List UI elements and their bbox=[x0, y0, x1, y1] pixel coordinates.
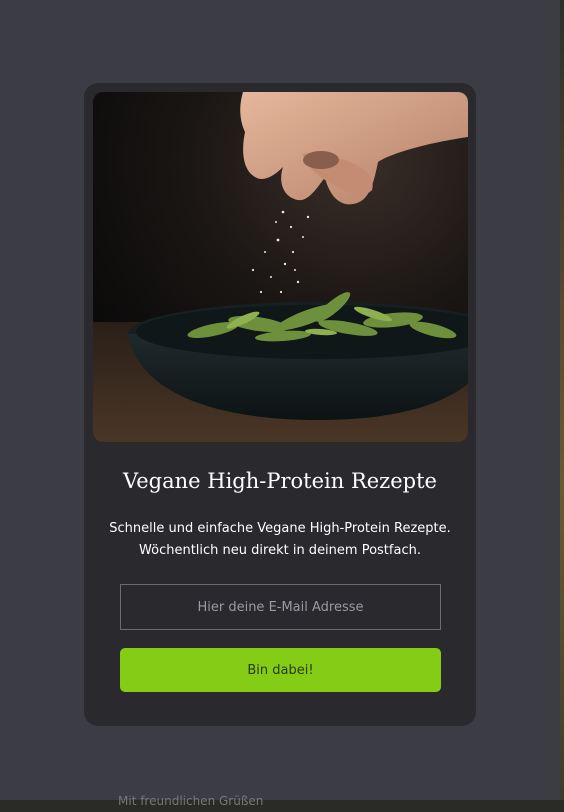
edamame-photo bbox=[93, 92, 468, 442]
email-input[interactable] bbox=[120, 584, 441, 630]
background-edge bbox=[560, 0, 564, 812]
background-text: Mit freundlichen Grüßen bbox=[118, 794, 264, 808]
subscribe-button[interactable]: Bin dabei! bbox=[120, 648, 441, 692]
description-line-2: Wöchentlich neu direkt in deinem Postfac… bbox=[139, 543, 421, 558]
newsletter-popup: Vegane High-Protein Rezepte Schnelle und… bbox=[84, 83, 476, 726]
popup-description: Schnelle und einfache Vegane High-Protei… bbox=[104, 518, 456, 562]
background-content-peek: Mit freundlichen Grüßen bbox=[0, 794, 564, 812]
popup-title: Vegane High-Protein Rezepte bbox=[123, 469, 437, 493]
hero-image bbox=[93, 92, 468, 442]
description-line-1: Schnelle und einfache Vegane High-Protei… bbox=[109, 521, 451, 536]
